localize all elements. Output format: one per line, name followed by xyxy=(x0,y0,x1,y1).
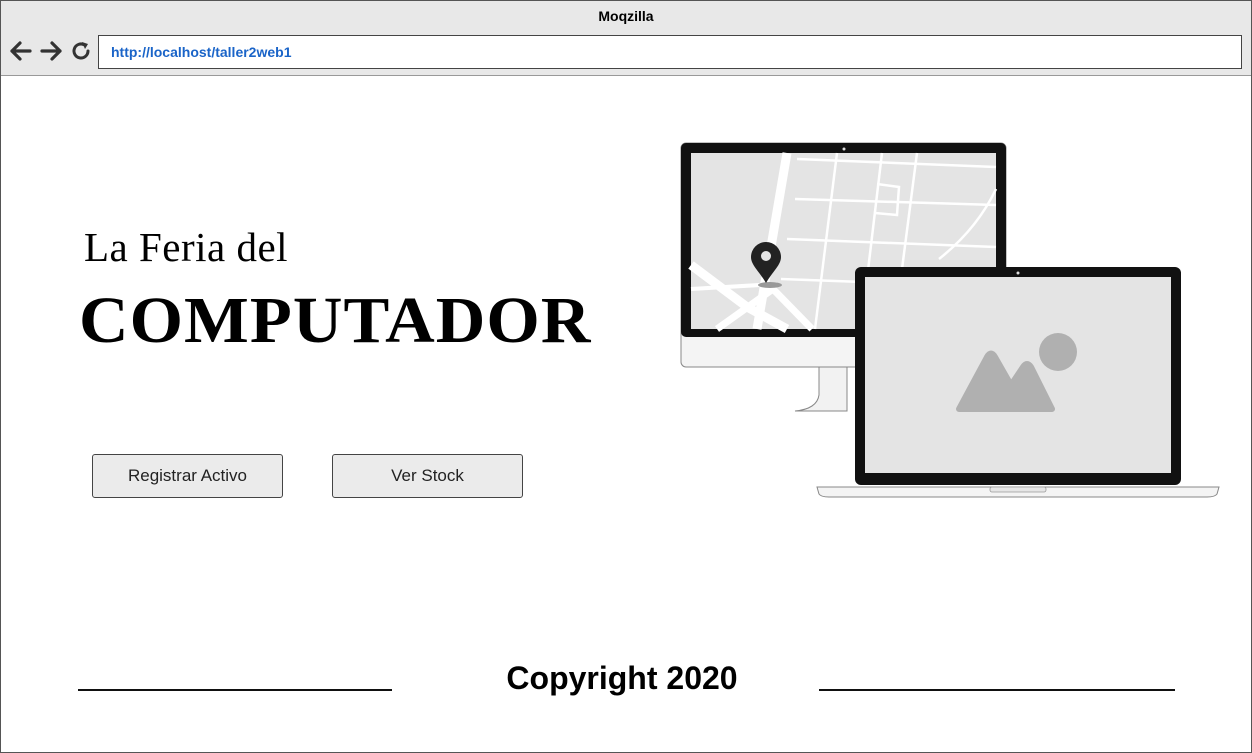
hero-title-line1: La Feria del xyxy=(84,224,289,270)
reload-icon[interactable] xyxy=(69,39,93,63)
devices-illustration xyxy=(677,139,1227,504)
copyright-text: Copyright 2020 xyxy=(506,660,738,696)
laptop xyxy=(816,267,1220,498)
browser-toolbar: Moqzilla xyxy=(1,1,1251,76)
view-stock-button[interactable]: Ver Stock xyxy=(332,454,523,498)
address-bar[interactable] xyxy=(98,35,1242,69)
window-title: Moqzilla xyxy=(598,8,654,24)
back-arrow-icon[interactable] xyxy=(9,39,33,63)
register-asset-button[interactable]: Registrar Activo xyxy=(92,454,283,498)
browser-window: Moqzilla La Feria del COMPUTADOR Registr… xyxy=(0,0,1252,753)
hero-title-line2: COMPUTADOR xyxy=(79,284,592,357)
forward-arrow-icon[interactable] xyxy=(39,39,63,63)
url-input[interactable] xyxy=(99,36,1241,68)
devices-illustration-graphic xyxy=(680,142,1220,498)
